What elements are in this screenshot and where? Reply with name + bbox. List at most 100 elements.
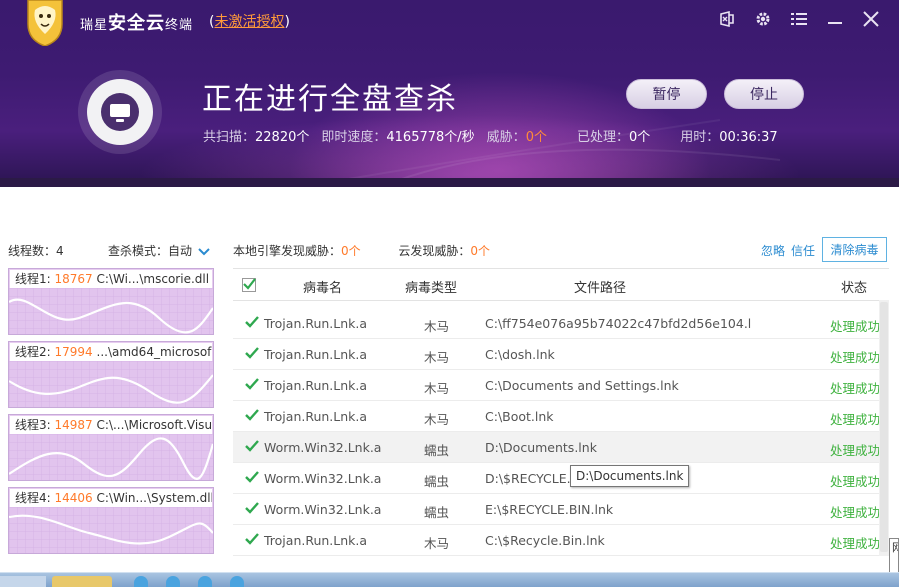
virus-name: Worm.Win32.Lnk.a <box>264 471 382 486</box>
clean-virus-button[interactable]: 清除病毒 <box>822 237 887 262</box>
virus-type: 蠕虫 <box>424 474 450 489</box>
taskbar-icon-4[interactable] <box>230 576 244 587</box>
stat-threats: 威胁：0个 <box>486 130 547 145</box>
stat-elapsed-time: 用时：00:36:37 <box>680 130 778 145</box>
table-row[interactable]: Worm.Win32.Lnk.a 蠕虫 E:\$RECYCLE.BIN.lnk 处理成… <box>233 494 881 525</box>
brand-name: 瑞星 <box>80 18 109 33</box>
local-engine-count: 0个 <box>341 244 361 258</box>
thread-name: 线程1: <box>15 272 51 286</box>
virus-name: Trojan.Run.Lnk.a <box>264 316 368 331</box>
thread-monitor: 线程1: 18767 C:\Wi...\mscorie.dll <box>8 268 214 335</box>
thread-file-count: 17994 <box>54 345 93 359</box>
taskbar-icon-3[interactable] <box>198 576 212 587</box>
virus-type: 木马 <box>424 412 450 427</box>
row-checkbox[interactable] <box>244 346 260 360</box>
thread-name: 线程4: <box>15 491 51 505</box>
thread-current-path: C:\...\Microsoft.VisualE <box>96 418 212 432</box>
thread-count: 线程数：4 <box>8 244 64 258</box>
col-status[interactable]: 状态 <box>841 277 867 296</box>
start-button[interactable] <box>0 576 46 587</box>
thread-activity-graph <box>9 434 213 480</box>
thread-name: 线程2: <box>15 345 51 359</box>
status-text: 处理成功 <box>830 505 881 520</box>
thread-label: 线程1: 18767 C:\Wi...\mscorie.dll <box>10 270 212 288</box>
virus-name: Trojan.Run.Lnk.a <box>264 378 368 393</box>
table-row[interactable]: Trojan.Run.Lnk.a 木马 C:\dosh.lnk 处理成功 <box>233 339 881 370</box>
skin-icon[interactable] <box>709 8 745 30</box>
window-controls <box>709 8 889 30</box>
col-virus-type[interactable]: 病毒类型 <box>405 277 457 296</box>
license-status: (未激活授权) <box>209 11 290 31</box>
col-virus-name[interactable]: 病毒名 <box>303 277 342 296</box>
product-name: 安全云 <box>108 13 166 34</box>
cloud-label: 云发现威胁： <box>398 244 471 258</box>
virus-type: 木马 <box>424 536 450 551</box>
thread-monitor: 线程2: 17994 ...\amd64_microsof <box>8 341 214 408</box>
file-path: C:\Boot.lnk <box>485 409 554 424</box>
virus-type: 木马 <box>424 350 450 365</box>
menu-icon[interactable] <box>781 8 817 30</box>
table-header: 病毒名 病毒类型 文件路径 状态 <box>233 269 889 301</box>
table-row[interactable]: Trojan.Run.Lnk.a 木马 C:\ff754e076a95b74022c… <box>233 308 880 339</box>
col-file-path[interactable]: 文件路径 <box>574 277 626 296</box>
table-row[interactable]: Worm.Win32.Lnk.a 蠕虫 D:\$RECYCLE.B 处理成功 <box>233 463 881 494</box>
table-row[interactable]: Trojan.Run.Lnk.a 木马 C:\Boot.lnk 处理成功 <box>233 401 881 432</box>
thread-monitor: 线程3: 14987 C:\...\Microsoft.VisualE <box>8 414 214 481</box>
local-engine-label: 本地引擎发现威胁： <box>233 244 342 258</box>
thread-name: 线程3: <box>15 418 51 432</box>
chevron-down-icon[interactable] <box>198 247 210 256</box>
scan-mode-selector[interactable]: 查杀模式：自动 <box>108 242 210 259</box>
ignore-link[interactable]: 忽略 <box>761 242 785 259</box>
thread-activity-graph <box>9 507 213 553</box>
table-row[interactable]: Trojan.Run.Lnk.a 木马 C:\$Recycle.Bin.lnk 处理成… <box>233 525 880 556</box>
thread-label: 线程2: 17994 ...\amd64_microsof <box>10 343 212 361</box>
taskbar-icon-1[interactable] <box>134 576 148 587</box>
file-path: D:\$RECYCLE.B <box>485 471 580 486</box>
minimize-icon[interactable] <box>817 8 853 30</box>
close-icon[interactable] <box>853 8 889 30</box>
product-suffix: 终端 <box>165 18 194 33</box>
row-checkbox[interactable] <box>244 532 260 546</box>
stat-processed: 已处理：0个 <box>576 130 651 145</box>
virus-type: 蠕虫 <box>424 505 450 520</box>
row-checkbox[interactable] <box>244 377 260 391</box>
cloud-count: 0个 <box>470 244 490 258</box>
thread-current-path: ...\amd64_microsof <box>96 345 212 359</box>
thread-label: 线程3: 14987 C:\...\Microsoft.VisualE <box>10 416 212 434</box>
row-checkbox[interactable] <box>244 315 260 329</box>
thread-file-count: 18767 <box>54 272 93 286</box>
thread-label: 线程4: 14406 C:\Win...\System.dll <box>10 489 212 507</box>
row-checkbox[interactable] <box>244 501 260 515</box>
table-row[interactable]: Trojan.Run.Lnk.a 木马 C:\Documents and Setti… <box>233 370 880 401</box>
pause-button[interactable]: 暂停 <box>626 79 707 109</box>
taskbar-icon-2[interactable] <box>166 576 180 587</box>
row-checkbox[interactable] <box>244 470 260 484</box>
side-tip: 网 <box>889 538 899 574</box>
taskbar-app-rising[interactable] <box>52 576 112 587</box>
activate-license-link[interactable]: 未激活授权 <box>214 14 284 30</box>
file-path: C:\dosh.lnk <box>485 347 555 362</box>
virus-name: Trojan.Run.Lnk.a <box>264 347 368 362</box>
virus-type: 木马 <box>424 381 450 396</box>
row-checkbox[interactable] <box>244 408 260 422</box>
virus-type: 木马 <box>424 319 450 334</box>
status-text: 处理成功 <box>830 474 881 489</box>
status-text: 处理成功 <box>830 350 881 365</box>
file-path: C:\Documents and Settings.lnk <box>485 378 679 393</box>
thread-activity-graph <box>9 288 213 334</box>
table-scrollbar[interactable] <box>879 300 889 556</box>
scrollbar-thumb[interactable] <box>880 302 888 552</box>
thread-current-path: C:\Win...\System.dll <box>96 491 212 505</box>
license-paren-close: ) <box>284 14 290 30</box>
file-path: C:\$Recycle.Bin.lnk <box>485 533 605 548</box>
row-checkbox[interactable] <box>244 439 260 453</box>
trust-link[interactable]: 信任 <box>791 242 815 259</box>
scan-title: 正在进行全盘查杀 <box>202 82 458 117</box>
select-all-checkbox[interactable] <box>242 278 256 292</box>
settings-icon[interactable] <box>745 8 781 30</box>
status-text: 处理成功 <box>830 412 881 427</box>
stop-button[interactable]: 停止 <box>724 79 804 109</box>
table-row[interactable]: Worm.Win32.Lnk.a 蠕虫 D:\Documents.lnk 处理成功 <box>233 432 880 463</box>
thread-file-count: 14987 <box>54 418 93 432</box>
header-divider <box>0 178 899 187</box>
